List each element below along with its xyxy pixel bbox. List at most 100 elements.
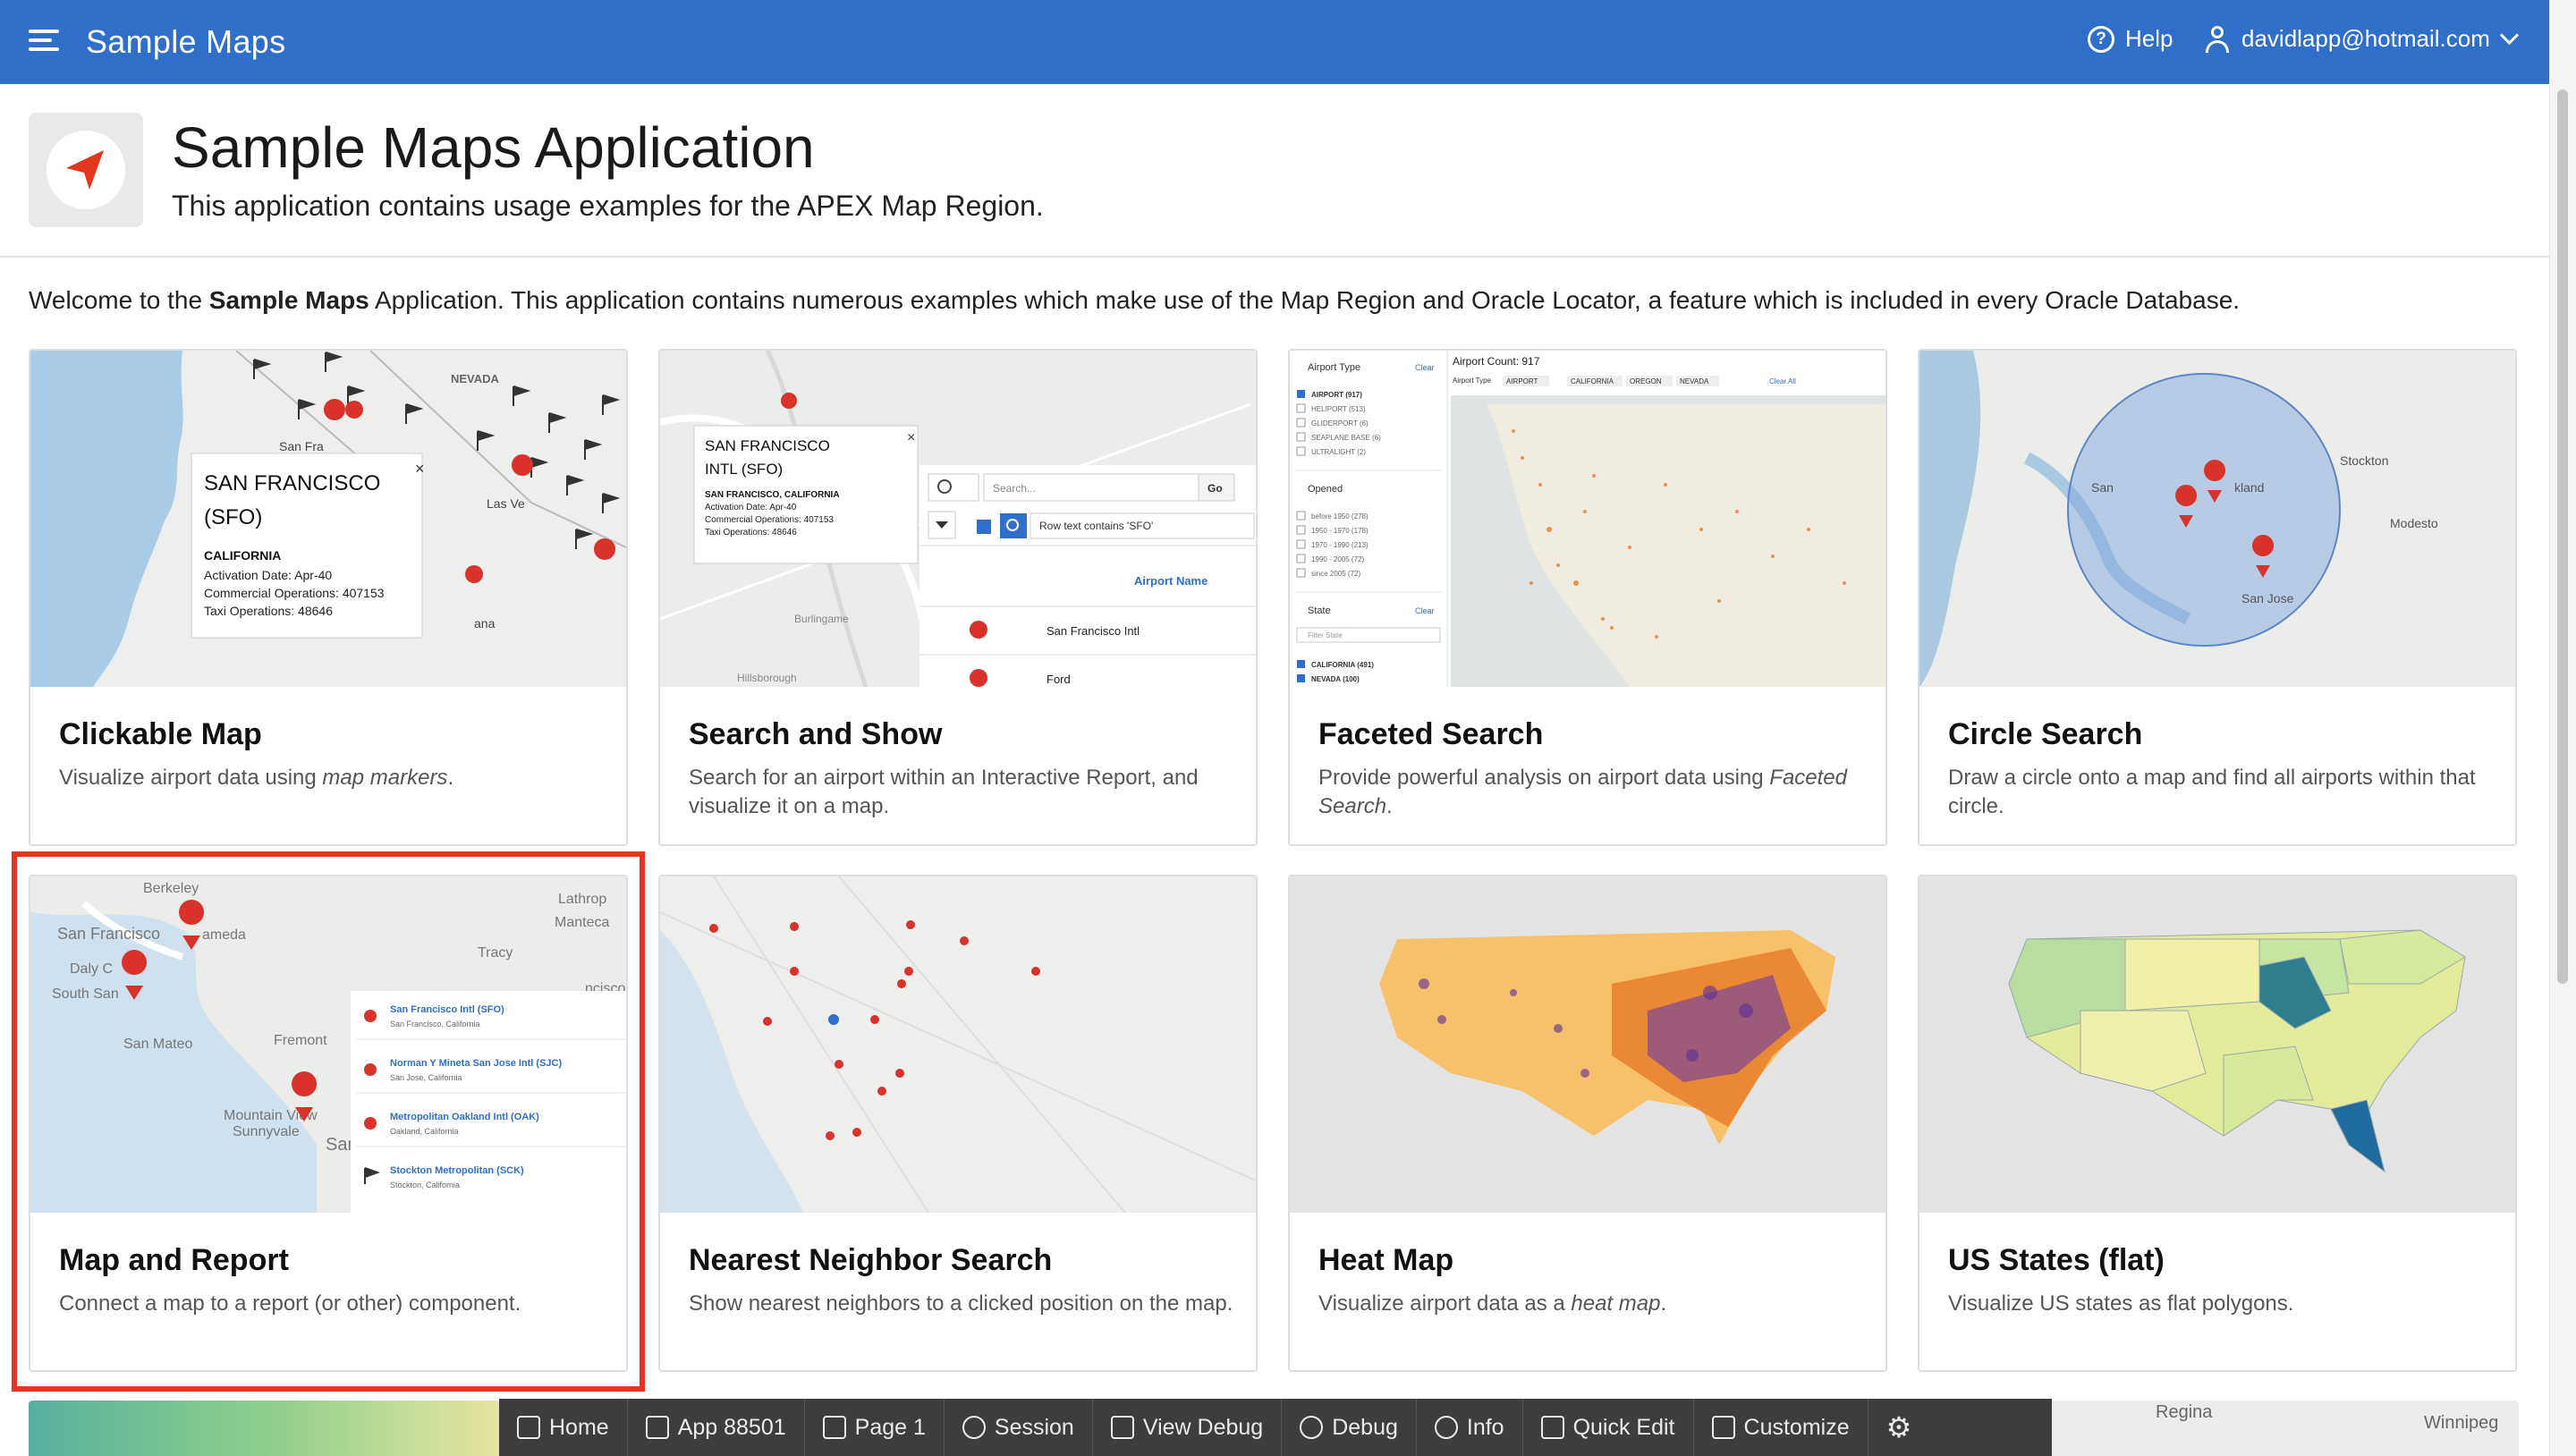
devbar-session[interactable]: Session (945, 1399, 1093, 1456)
user-icon (2206, 25, 2229, 53)
svg-text:NEVADA (100): NEVADA (100) (1311, 675, 1360, 683)
card-us-states-flat[interactable]: US States (flat) Visualize US states as … (1918, 875, 2517, 1372)
svg-text:Opened: Opened (1308, 484, 1343, 495)
app-title[interactable]: Sample Maps (86, 23, 285, 61)
home-icon (517, 1416, 540, 1439)
svg-text:Taxi Operations: 48646: Taxi Operations: 48646 (204, 604, 333, 618)
devbar-app[interactable]: App 88501 (628, 1399, 805, 1456)
svg-text:Las Ve: Las Ve (487, 496, 525, 511)
welcome-text: Welcome to the Sample Maps Application. … (29, 286, 2241, 314)
devbar-settings[interactable]: ⚙ (1868, 1399, 1930, 1456)
scrollbar-thumb[interactable] (2557, 89, 2568, 984)
quick-edit-icon (1540, 1416, 1564, 1439)
svg-text:SAN FRANCISCO: SAN FRANCISCO (705, 437, 830, 454)
svg-text:Stockton: Stockton (2340, 453, 2388, 468)
devbar-home[interactable]: Home (499, 1399, 628, 1456)
app-icon (29, 113, 143, 227)
svg-text:Commercial Operations: 407153: Commercial Operations: 407153 (705, 515, 834, 525)
svg-text:1970 - 1990 (213): 1970 - 1990 (213) (1311, 541, 1368, 549)
svg-text:Burlingame: Burlingame (794, 613, 849, 625)
svg-text:Airport Type: Airport Type (1308, 362, 1360, 373)
card-heat-map[interactable]: Heat Map Visualize airport data as a hea… (1288, 875, 1887, 1372)
svg-text:Go: Go (1208, 482, 1223, 495)
card-title[interactable]: Faceted Search (1318, 717, 1543, 752)
devbar-customize[interactable]: Customize (1694, 1399, 1868, 1456)
svg-text:San: San (2091, 480, 2114, 495)
svg-text:CALIFORNIA: CALIFORNIA (204, 548, 281, 563)
card-title[interactable]: Heat Map (1318, 1243, 1453, 1278)
card-nearest-neighbor-search[interactable]: Nearest Neighbor Search Show nearest nei… (658, 875, 1258, 1372)
card-description: Visualize US states as flat polygons. (1948, 1291, 2294, 1316)
user-label: davidlapp@hotmail.com (2241, 25, 2490, 52)
hero-region: Sample Maps Application This application… (0, 84, 2549, 258)
map-label-regina: Regina (2156, 1402, 2213, 1422)
svg-text:GLIDERPORT (6): GLIDERPORT (6) (1311, 419, 1368, 427)
svg-text:Airport Count: 917: Airport Count: 917 (1453, 355, 1540, 368)
svg-text:Activation Date: Apr-40: Activation Date: Apr-40 (204, 568, 332, 582)
chevron-down-icon (2499, 25, 2519, 46)
help-link[interactable]: ? Help (2088, 25, 2173, 53)
card-faceted-search[interactable]: Airport Count: 917 Airport Type AIRPORT … (1288, 349, 1887, 846)
svg-text:Airport Type: Airport Type (1453, 377, 1492, 385)
devbar-info[interactable]: Info (1417, 1399, 1523, 1456)
us-states-thumbnail (1919, 876, 2515, 1213)
svg-text:Filter State: Filter State (1308, 631, 1343, 639)
card-circle-search[interactable]: San Stockton kland Modesto San Jose Circ… (1918, 349, 2517, 846)
card-description: Show nearest neighbors to a clicked posi… (689, 1291, 1233, 1316)
circle-search-thumbnail: San Stockton kland Modesto San Jose (1919, 351, 2515, 687)
svg-text:(SFO): (SFO) (204, 505, 262, 529)
external-icon (1110, 1416, 1134, 1439)
developer-toolbar: Home App 88501 Page 1 Session View Debug… (499, 1399, 2052, 1456)
next-card-thumbnail-right: Regina Winnipeg (2052, 1401, 2519, 1456)
svg-text:since 2005 (72): since 2005 (72) (1311, 570, 1360, 578)
svg-text:CALIFORNIA (491): CALIFORNIA (491) (1311, 661, 1374, 669)
svg-text:San Jose: San Jose (2241, 591, 2294, 605)
svg-text:AIRPORT (917): AIRPORT (917) (1311, 391, 1362, 399)
top-navigation-bar: Sample Maps ? Help davidlapp@hotmail.com (0, 0, 2549, 84)
devbar-debug[interactable]: Debug (1282, 1399, 1417, 1456)
svg-text:INTL (SFO): INTL (SFO) (705, 461, 783, 478)
svg-text:Commercial Operations: 407153: Commercial Operations: 407153 (204, 586, 385, 600)
svg-text:NEVADA: NEVADA (451, 372, 500, 385)
svg-text:Clear: Clear (1415, 606, 1435, 615)
svg-text:Hillsborough: Hillsborough (737, 672, 797, 684)
svg-text:kland: kland (2234, 480, 2264, 495)
card-title[interactable]: Search and Show (689, 717, 942, 752)
svg-text:AIRPORT: AIRPORT (1506, 377, 1538, 385)
clickable-map-thumbnail: NEVADA × SAN FRANCISCO (SFO) CALIFORNIA … (30, 351, 626, 687)
nearest-neighbor-thumbnail (660, 876, 1256, 1213)
card-title[interactable]: Nearest Neighbor Search (689, 1243, 1052, 1278)
vertical-scrollbar[interactable] (2549, 0, 2576, 1456)
user-menu[interactable]: davidlapp@hotmail.com (2206, 25, 2519, 53)
svg-text:×: × (907, 430, 915, 445)
card-title[interactable]: Clickable Map (59, 717, 262, 752)
svg-text:SAN FRANCISCO: SAN FRANCISCO (204, 471, 380, 495)
map-label-winnipeg: Winnipeg (2424, 1413, 2499, 1433)
svg-text:ULTRALIGHT (2): ULTRALIGHT (2) (1311, 448, 1366, 456)
devbar-page[interactable]: Page 1 (805, 1399, 945, 1456)
devbar-quick-edit[interactable]: Quick Edit (1523, 1399, 1694, 1456)
devbar-view-debug[interactable]: View Debug (1093, 1399, 1283, 1456)
card-clickable-map[interactable]: NEVADA × SAN FRANCISCO (SFO) CALIFORNIA … (29, 349, 628, 846)
svg-text:NEVADA: NEVADA (1680, 377, 1709, 385)
svg-text:1990 - 2005 (72): 1990 - 2005 (72) (1311, 555, 1364, 563)
navigation-arrow-icon (66, 150, 104, 190)
next-card-thumbnail-left (29, 1401, 499, 1456)
info-icon (1434, 1416, 1458, 1439)
svg-text:Search...: Search... (993, 482, 1036, 495)
history-icon (962, 1416, 986, 1439)
selection-highlight-frame (12, 851, 645, 1392)
svg-text:OREGON: OREGON (1630, 377, 1662, 385)
svg-text:Ford: Ford (1046, 673, 1071, 686)
card-search-and-show[interactable]: × SAN FRANCISCO INTL (SFO) SAN FRANCISCO… (658, 349, 1258, 846)
svg-text:Airport Name: Airport Name (1134, 574, 1208, 588)
svg-text:State: State (1308, 605, 1331, 616)
svg-text:Clear: Clear (1415, 363, 1435, 372)
card-title[interactable]: Circle Search (1948, 717, 2142, 752)
bug-icon (1300, 1416, 1324, 1439)
card-description: Provide powerful analysis on airport dat… (1318, 766, 1847, 818)
card-title[interactable]: US States (flat) (1948, 1243, 2165, 1278)
faceted-search-thumbnail: Airport Count: 917 Airport Type AIRPORT … (1290, 351, 1885, 687)
hamburger-menu-icon[interactable] (29, 30, 59, 55)
svg-text:×: × (415, 460, 425, 478)
